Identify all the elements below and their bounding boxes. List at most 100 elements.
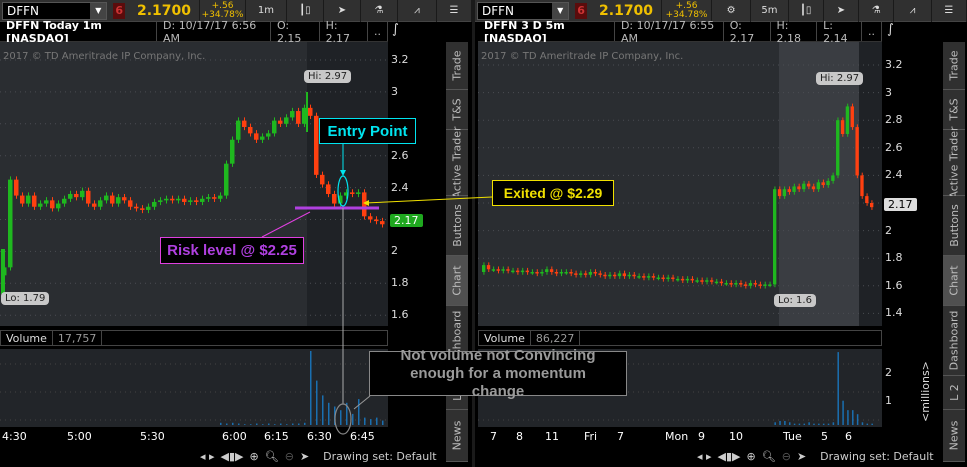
- volume-tick: 1: [885, 394, 892, 407]
- zoom-out-icon[interactable]: ⊖: [285, 450, 294, 463]
- studies-flask-icon[interactable]: ⚗: [361, 0, 398, 22]
- symbol-selector[interactable]: DFFN ▼: [2, 1, 108, 20]
- volume-bar: [322, 395, 324, 425]
- volume-bar: [852, 410, 854, 425]
- entry-point-note: Entry Point: [319, 118, 416, 144]
- candle: [491, 269, 496, 271]
- tab-chart[interactable]: Chart: [446, 256, 468, 306]
- tab-buttons[interactable]: Buttons: [943, 196, 965, 256]
- candle: [104, 195, 109, 201]
- zoom-out-icon[interactable]: ⊖: [782, 450, 791, 463]
- time-axis[interactable]: 7 8 11 Fri 7 Mon 9 10 Tue 5 6: [478, 430, 882, 444]
- chevron-down-icon[interactable]: ▼: [552, 2, 569, 19]
- candle: [338, 195, 343, 204]
- candle: [158, 200, 163, 202]
- studies-flask-icon[interactable]: ⚗: [859, 0, 895, 22]
- candle: [758, 284, 762, 286]
- drawing-set[interactable]: Drawing set: Default: [820, 450, 933, 463]
- candle: [362, 192, 367, 217]
- zoom-fit-icon[interactable]: ◀▮▶: [221, 450, 244, 463]
- crosshair-icon[interactable]: ⊕: [250, 450, 259, 463]
- zoom-in-icon[interactable]: 🔍︎: [762, 450, 776, 463]
- candle: [98, 200, 103, 207]
- candle: [260, 136, 265, 140]
- menu-icon[interactable]: ☰: [437, 0, 472, 22]
- tab-news[interactable]: News: [446, 410, 468, 462]
- last-price-badge: 2.17: [390, 214, 423, 227]
- candle: [50, 200, 55, 209]
- volume-bar: [779, 420, 781, 425]
- candle: [806, 183, 811, 187]
- tab-chart[interactable]: Chart: [943, 256, 965, 306]
- tab-buttons[interactable]: Buttons: [446, 196, 468, 256]
- symbol-selector[interactable]: DFFN ▼: [477, 1, 570, 20]
- volume-bar: [310, 351, 312, 425]
- price-axis[interactable]: 3.232.82.62.42.221.81.61.4: [882, 42, 940, 326]
- drawing-set[interactable]: Drawing set: Default: [323, 450, 436, 463]
- candle: [826, 180, 830, 186]
- chart-header: DFFN Today 1m [NASDAQ] D: 10/17/17 6:56 …: [0, 19, 388, 45]
- candles: [0, 59, 388, 316]
- volume-bar: [803, 423, 806, 425]
- candle: [515, 270, 520, 273]
- tab-trade[interactable]: Trade: [943, 42, 965, 90]
- price-tick: 2.6: [391, 148, 409, 162]
- candle: [831, 175, 835, 181]
- candle: [506, 269, 510, 271]
- volume-bar: [784, 420, 786, 425]
- candle: [236, 120, 241, 140]
- tab-dashboard[interactable]: Dashboard: [943, 306, 965, 376]
- price-tick: 2.6: [885, 140, 903, 154]
- tab-l-2[interactable]: L 2: [943, 376, 965, 410]
- volume-bar: [238, 423, 240, 425]
- tab-t-s[interactable]: T&S: [943, 90, 965, 130]
- tab-active-trader[interactable]: Active Trader: [446, 126, 468, 199]
- menu-icon[interactable]: ☰: [932, 0, 967, 22]
- drawings-icon[interactable]: ⩘: [398, 0, 437, 22]
- zoom-in-icon[interactable]: 🔍︎: [265, 450, 279, 463]
- candle: [122, 197, 127, 201]
- chevron-down-icon[interactable]: ▼: [90, 2, 107, 19]
- candle: [8, 179, 13, 268]
- style-icon[interactable]: ∫: [887, 22, 909, 42]
- candle: [777, 189, 782, 197]
- candle: [92, 203, 97, 207]
- price-axis[interactable]: 3.232.82.62.42.221.81.6: [388, 42, 444, 326]
- volume-bar: [827, 423, 830, 425]
- candle: [549, 269, 554, 272]
- lo-label: Lo: 1.79: [1, 292, 50, 305]
- zoom-fit-icon[interactable]: ◀▮▶: [718, 450, 741, 463]
- price-tick: 2: [391, 244, 398, 258]
- tab-label: Chart: [450, 265, 464, 296]
- tab-news[interactable]: News: [943, 410, 965, 462]
- candle: [314, 115, 319, 175]
- tab-trade[interactable]: Trade: [446, 42, 468, 90]
- style-icon[interactable]: ∫: [392, 22, 414, 42]
- candle: [284, 117, 289, 124]
- tab-label: Active Trader: [947, 126, 961, 199]
- candle: [68, 193, 73, 199]
- tab-active-trader[interactable]: Active Trader: [943, 126, 965, 199]
- pan-arrows-icon[interactable]: ◂ ▸: [697, 450, 712, 463]
- alert-badge[interactable]: 6: [113, 2, 125, 19]
- candle: [520, 270, 525, 273]
- price-chart[interactable]: 2017 © TD Ameritrade IP Company, Inc. Hi…: [0, 42, 388, 326]
- tab-t-s[interactable]: T&S: [446, 90, 468, 130]
- candle: [622, 273, 626, 277]
- volume-bar: [813, 423, 815, 425]
- volume-bar: [298, 423, 300, 425]
- candle: [26, 195, 31, 204]
- time-tick: 7: [617, 430, 624, 443]
- time-axis[interactable]: 4:30 5:00 5:30 6:00 6:15 6:30 6:45: [0, 430, 388, 444]
- volume-bar: [376, 417, 378, 425]
- volume-bar: [866, 423, 869, 425]
- drawings-icon[interactable]: ⩘: [894, 0, 932, 22]
- pointer-icon[interactable]: ➤: [797, 450, 806, 463]
- candle: [685, 278, 690, 281]
- pointer-icon[interactable]: ➤: [300, 450, 309, 463]
- volume-bar: [256, 423, 258, 425]
- pan-arrows-icon[interactable]: ◂ ▸: [200, 450, 215, 463]
- alert-badge[interactable]: 6: [575, 2, 588, 19]
- volume-chart[interactable]: [0, 349, 410, 427]
- crosshair-icon[interactable]: ⊕: [747, 450, 756, 463]
